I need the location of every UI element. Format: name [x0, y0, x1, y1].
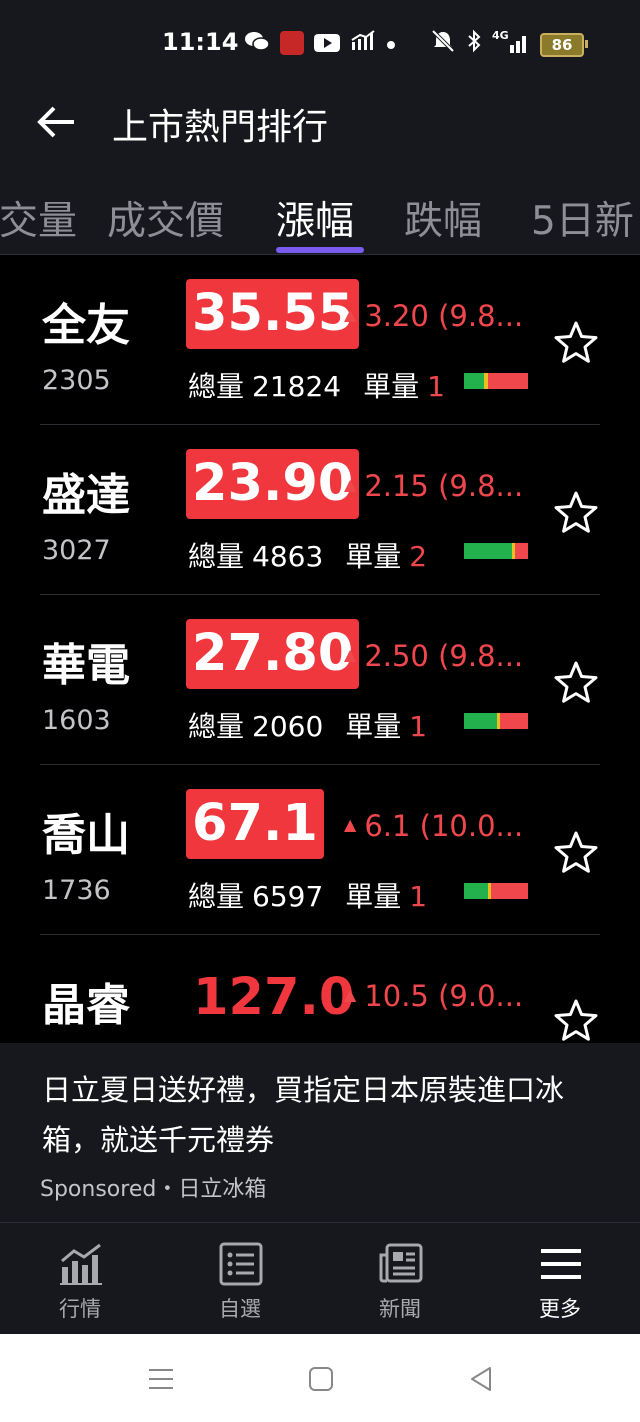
stock-volume: 總量 21824 單量 1 [188, 370, 445, 403]
tab-volume[interactable]: 成交量 [0, 190, 77, 246]
ratio-green [464, 543, 512, 559]
tab-5day-new[interactable]: 5日新 [531, 190, 634, 246]
up-triangle-icon: ▲ [344, 305, 357, 324]
app-notification-icon [280, 31, 304, 55]
buy-sell-ratio-bar [464, 883, 528, 899]
stock-row[interactable]: 盛達 3027 23.90 ▲ 2.15 (9.8... 總量 4863 單量 2 [0, 425, 640, 595]
stock-code: 3027 [42, 535, 111, 566]
stock-row[interactable]: 華電 1603 27.80 ▲ 2.50 (9.8... 總量 2060 單量 1 [0, 595, 640, 765]
signal-icon: 4G [492, 29, 530, 55]
up-triangle-icon: ▲ [344, 475, 357, 494]
stock-list: 全友 2305 35.55 ▲ 3.20 (9.8... 總量 21824 單量 1 盛… [0, 255, 640, 1042]
stock-volume: 總量 6597 單量 1 [188, 880, 428, 913]
recent-apps-icon[interactable] [146, 1364, 176, 1394]
stock-name: 盛達 [42, 470, 130, 521]
stock-code: 2305 [42, 365, 111, 396]
stock-code: 1736 [42, 875, 111, 906]
youtube-icon [314, 34, 340, 52]
wechat-icon [244, 30, 270, 57]
ratio-green [464, 713, 498, 729]
favorite-star-icon[interactable] [552, 997, 600, 1042]
favorite-star-icon[interactable] [552, 319, 600, 367]
ad-sponsor: Sponsored・日立冰箱 [40, 1177, 267, 1202]
page-title: 上市熱門排行 [112, 107, 329, 148]
bluetooth-icon [466, 29, 482, 58]
up-triangle-icon: ▲ [344, 815, 357, 834]
stock-price: 127.0 [193, 968, 355, 1027]
ratio-red [490, 883, 528, 899]
stock-code: 1603 [42, 705, 111, 736]
ad-text: 日立夏日送好禮，買指定日本原裝進口冰箱，就送千元禮券 [42, 1073, 565, 1157]
nav-market[interactable]: 行情 [20, 1223, 140, 1335]
tab-gainers[interactable]: 漲幅 [276, 190, 354, 246]
news-icon [379, 1243, 423, 1283]
stock-change: ▲ 6.1 (10.0... [344, 809, 524, 843]
status-bar: 11:14 4G 86 [0, 0, 640, 86]
nav-watchlist[interactable]: 自選 [180, 1223, 300, 1335]
nav-news[interactable]: 新聞 [340, 1223, 460, 1335]
home-icon[interactable] [306, 1364, 336, 1394]
stock-price: 67.1 [186, 789, 324, 859]
stock-name: 晶睿 [42, 980, 130, 1031]
ratio-red [515, 543, 528, 559]
ratio-green [464, 883, 489, 899]
dot-icon [386, 31, 396, 55]
menu-icon [541, 1249, 581, 1279]
nav-more[interactable]: 更多 [500, 1223, 620, 1335]
ratio-red [488, 373, 528, 389]
stock-price: 27.80 [186, 619, 360, 689]
stock-price: 23.90 [186, 449, 360, 519]
buy-sell-ratio-bar [464, 373, 528, 389]
mute-bell-icon [430, 29, 456, 58]
app-header: 上市熱門排行 [0, 86, 640, 166]
buy-sell-ratio-bar [464, 713, 528, 729]
tab-losers[interactable]: 跌幅 [404, 190, 482, 246]
stock-change: ▲ 2.15 (9.8... [344, 469, 524, 503]
status-time: 11:14 [162, 28, 239, 56]
battery-icon: 86 [540, 33, 588, 57]
buy-sell-ratio-bar [464, 543, 528, 559]
sponsored-ad[interactable]: 日立夏日送好禮，買指定日本原裝進口冰箱，就送千元禮券 Sponsored・日立冰… [0, 1043, 640, 1222]
stock-row[interactable]: 全友 2305 35.55 ▲ 3.20 (9.8... 總量 21824 單量 1 [0, 255, 640, 425]
system-nav-bar [0, 1334, 640, 1422]
up-triangle-icon: ▲ [344, 985, 357, 1004]
up-triangle-icon: ▲ [344, 645, 357, 664]
active-tab-indicator [276, 247, 364, 253]
favorite-star-icon[interactable] [552, 659, 600, 707]
stock-chart-icon [350, 29, 376, 57]
back-icon[interactable] [466, 1364, 496, 1394]
stock-name: 全友 [42, 300, 130, 351]
back-arrow-icon[interactable] [34, 102, 78, 142]
stock-change: ▲ 2.50 (9.8... [344, 639, 524, 673]
list-icon [219, 1242, 263, 1286]
stock-volume: 總量 2060 單量 1 [188, 710, 428, 743]
stock-name: 喬山 [42, 810, 130, 861]
stock-row[interactable]: 喬山 1736 67.1 ▲ 6.1 (10.0... 總量 6597 單量 1 [0, 765, 640, 935]
bottom-nav: 行情 自選 新聞 更多 [0, 1222, 640, 1335]
ratio-red [500, 713, 528, 729]
favorite-star-icon[interactable] [552, 489, 600, 537]
tab-price[interactable]: 成交價 [107, 190, 224, 246]
ranking-tabs: 成交量 成交價 漲幅 跌幅 5日新 [0, 166, 640, 255]
stock-row[interactable]: 晶睿 127.0 ▲ 10.5 (9.0... [0, 935, 640, 1042]
chart-icon [60, 1243, 102, 1285]
ratio-green [464, 373, 485, 389]
stock-name: 華電 [42, 640, 130, 691]
stock-volume: 總量 4863 單量 2 [188, 540, 428, 573]
stock-price: 35.55 [186, 279, 360, 349]
favorite-star-icon[interactable] [552, 829, 600, 877]
stock-change: ▲ 10.5 (9.0... [344, 979, 524, 1013]
stock-change: ▲ 3.20 (9.8... [344, 299, 524, 333]
